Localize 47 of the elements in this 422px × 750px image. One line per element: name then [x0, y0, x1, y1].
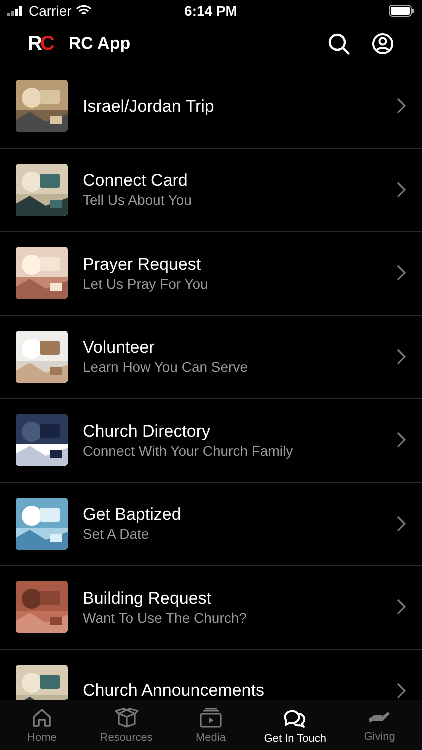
item-subtitle: Want To Use The Church?	[83, 608, 248, 627]
tab-item[interactable]: Resources	[100, 732, 153, 744]
hand-icon	[369, 712, 390, 723]
item-title: Connect Card	[83, 170, 189, 192]
tab-item[interactable]: Home	[28, 732, 57, 744]
item-title: Church Directory	[83, 420, 212, 442]
signal-icon	[7, 6, 25, 16]
chevron-icon	[397, 265, 406, 282]
carrier-name: Carrier	[29, 2, 72, 20]
app-title: RC App	[68, 32, 131, 55]
chevron-icon	[397, 516, 406, 532]
list-row[interactable]: Volunteer Learn How You Can Serve	[0, 316, 422, 399]
tab-item[interactable]: Media	[196, 732, 226, 744]
item-subtitle: Tell Us About You	[83, 191, 193, 210]
search-icon[interactable]	[328, 32, 350, 54]
chevron-icon	[397, 182, 406, 198]
list-row[interactable]: Israel/Jordan Trip	[0, 65, 422, 148]
tab-item[interactable]: Get In Touch	[264, 732, 326, 746]
media-icon	[200, 708, 222, 728]
chevron-icon	[397, 348, 406, 365]
profile-icon[interactable]	[372, 32, 394, 54]
home-icon	[32, 708, 52, 728]
list-row[interactable]: Connect Card Tell Us About You	[0, 148, 422, 232]
box-icon	[114, 708, 139, 728]
list-row[interactable]: Building Request Want To Use The Church?	[0, 566, 422, 650]
battery-icon	[389, 5, 415, 17]
item-title: Building Request	[83, 588, 213, 609]
list-row[interactable]: Prayer Request Let Us Pray For You	[0, 232, 422, 316]
wifi-icon	[76, 5, 92, 17]
item-title: Volunteer	[83, 337, 156, 358]
chevron-icon	[397, 98, 406, 114]
chevron-icon	[397, 599, 406, 616]
item-subtitle: Connect With Your Church Family	[83, 442, 294, 460]
chevron-icon	[397, 682, 406, 699]
list-row[interactable]: Church Directory Connect With Your Church Family	[0, 399, 422, 482]
item-subtitle: Set A Date	[83, 525, 150, 544]
app-logo: RC	[28, 32, 53, 56]
item-title: Prayer Request	[83, 254, 202, 275]
item-title: Church Announcements	[83, 680, 266, 700]
item-subtitle: Learn How You Can Serve	[83, 358, 249, 376]
status-time: 6:14 PM	[184, 2, 238, 20]
list-row[interactable]: Get Baptized Set A Date	[0, 482, 422, 566]
tab-item[interactable]: Giving	[364, 731, 396, 744]
item-title: Get Baptized	[83, 504, 182, 526]
item-title: Israel/Jordan Trip	[83, 96, 216, 117]
item-subtitle: Let Us Pray For You	[83, 274, 210, 293]
chevron-icon	[397, 432, 406, 448]
